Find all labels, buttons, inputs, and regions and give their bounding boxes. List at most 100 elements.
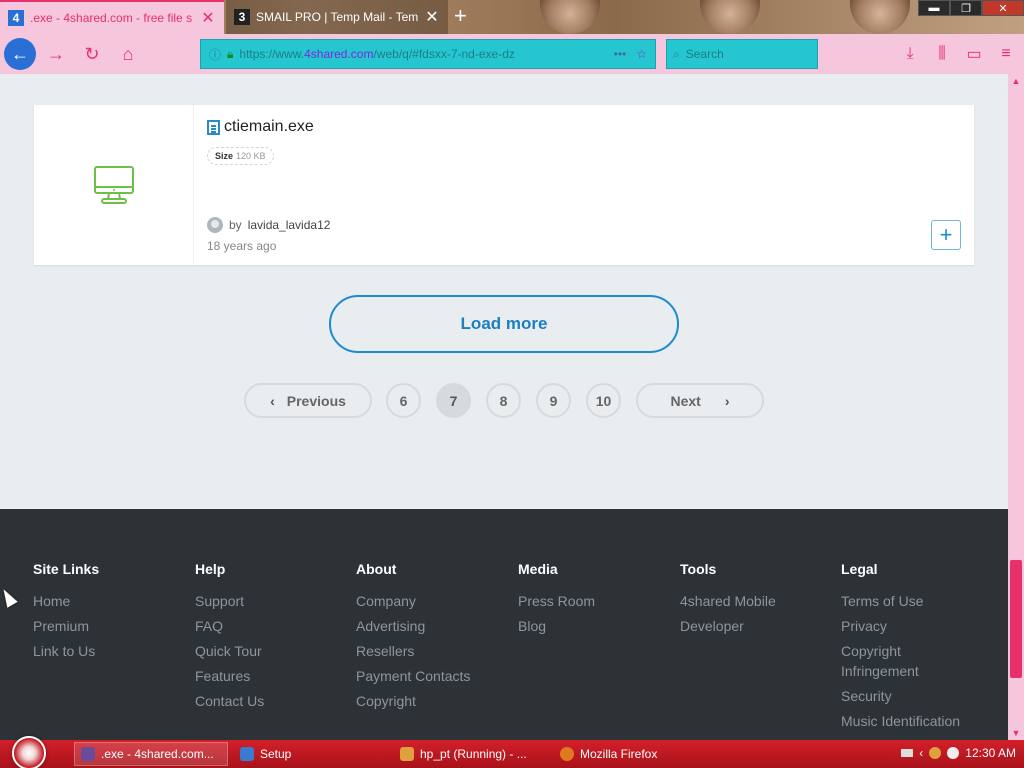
library-icon[interactable]: ⫼ xyxy=(930,40,954,68)
minimize-icon[interactable]: ▬ xyxy=(918,0,950,16)
footer-link-company[interactable]: Company xyxy=(356,591,470,611)
next-page-button[interactable]: Next › xyxy=(636,383,764,418)
page-8-button[interactable]: 8 xyxy=(486,383,521,418)
search-input[interactable]: ⌕ Search xyxy=(666,39,818,69)
footer-col-site-links: Site Links Home Premium Link to Us xyxy=(33,561,99,666)
footer-link-blog[interactable]: Blog xyxy=(518,616,595,636)
smail-favicon-icon: 3 xyxy=(234,9,250,25)
footer-link-advertising[interactable]: Advertising xyxy=(356,616,470,636)
footer-link-faq[interactable]: FAQ xyxy=(195,616,264,636)
windows-taskbar: .exe - 4shared.com... Setup hp_pt (Runni… xyxy=(0,736,1024,768)
theme-background-face xyxy=(700,0,760,34)
tab-4shared[interactable]: 4 .exe - 4shared.com - free file s ✕ xyxy=(0,0,224,34)
4shared-favicon-icon: 4 xyxy=(8,10,24,26)
footer-col-legal: Legal Terms of Use Privacy Copyright Inf… xyxy=(841,561,971,736)
info-icon[interactable]: ⓘ xyxy=(209,46,221,63)
maximize-icon[interactable]: ❐ xyxy=(950,0,982,16)
upload-age: 18 years ago xyxy=(207,239,277,253)
page-7-button[interactable]: 7 xyxy=(436,383,471,418)
chevron-left-icon: ‹ xyxy=(270,392,275,409)
avatar[interactable] xyxy=(207,217,223,233)
size-value: 120 KB xyxy=(236,151,266,161)
tab-smail-pro[interactable]: 3 SMAIL PRO | Temp Mail - Tem ✕ xyxy=(226,0,448,34)
forward-button[interactable]: → xyxy=(40,38,72,70)
close-tab-icon[interactable]: ✕ xyxy=(424,7,440,27)
back-button[interactable]: ← xyxy=(4,38,36,70)
site-footer: Site Links Home Premium Link to Us Help … xyxy=(0,509,1008,740)
footer-link-resellers[interactable]: Resellers xyxy=(356,641,470,661)
file-card[interactable]: ctiemain.exe Size 120 KB by lavida_lavida… xyxy=(34,105,974,265)
footer-link-link-to-us[interactable]: Link to Us xyxy=(33,641,99,661)
uploader-link[interactable]: lavida_lavida12 xyxy=(248,218,331,232)
footer-link-terms-of-use[interactable]: Terms of Use xyxy=(841,591,971,611)
show-hidden-icons-icon[interactable]: ‹ xyxy=(919,746,923,760)
taskbar-item-hp-pt[interactable]: hp_pt (Running) - ... xyxy=(394,742,544,766)
browser-toolbar: ← → ↻ ⌂ ⓘ 🔒︎ https://www.4shared.com/web… xyxy=(0,34,1024,74)
menu-icon[interactable]: ≡ xyxy=(994,40,1018,68)
volume-icon[interactable] xyxy=(947,747,960,759)
tray-app-icon[interactable] xyxy=(929,747,942,759)
footer-link-copyright-infringement[interactable]: Copyright Infringement xyxy=(841,641,971,681)
file-name-link[interactable]: ctiemain.exe xyxy=(224,118,314,136)
clock[interactable]: 12:30 AM xyxy=(965,746,1016,760)
footer-heading: Legal xyxy=(841,561,878,577)
scroll-down-arrow-icon[interactable]: ▼ xyxy=(1008,726,1024,740)
url-text[interactable]: https://www.4shared.com/web/q/#fdsxx-7-n… xyxy=(239,47,607,61)
lock-icon[interactable]: 🔒︎ xyxy=(227,47,233,62)
virtualbox-icon xyxy=(400,747,414,761)
start-button[interactable] xyxy=(12,736,46,768)
reload-button[interactable]: ↻ xyxy=(76,38,108,70)
toolbar-right-icons: ⤓ ⫼ ▭ ≡ xyxy=(898,40,1018,68)
footer-link-press-room[interactable]: Press Room xyxy=(518,591,595,611)
footer-link-support[interactable]: Support xyxy=(195,591,264,611)
window-controls: ▬ ❐ ✕ xyxy=(918,0,1024,16)
taskbar-item-firefox[interactable]: Mozilla Firefox xyxy=(554,742,704,766)
keyboard-icon[interactable] xyxy=(901,749,914,757)
scroll-up-arrow-icon[interactable]: ▲ xyxy=(1008,74,1024,88)
home-button[interactable]: ⌂ xyxy=(112,38,144,70)
close-tab-icon[interactable]: ✕ xyxy=(200,8,216,28)
page-10-button[interactable]: 10 xyxy=(586,383,621,418)
search-icon: ⌕ xyxy=(673,46,680,61)
footer-link-contact-us[interactable]: Contact Us xyxy=(195,691,264,711)
vertical-scrollbar[interactable]: ▲ ▼ xyxy=(1008,74,1024,740)
file-title-row: ctiemain.exe xyxy=(207,118,314,136)
page-9-button[interactable]: 9 xyxy=(536,383,571,418)
footer-col-help: Help Support FAQ Quick Tour Features Con… xyxy=(195,561,264,716)
footer-link-developer[interactable]: Developer xyxy=(680,616,776,636)
footer-link-security[interactable]: Security xyxy=(841,686,971,706)
footer-link-features[interactable]: Features xyxy=(195,666,264,686)
setup-icon xyxy=(240,747,254,761)
page-6-button[interactable]: 6 xyxy=(386,383,421,418)
taskbar-item-setup[interactable]: Setup xyxy=(234,742,384,766)
footer-link-4shared-mobile[interactable]: 4shared Mobile xyxy=(680,591,776,611)
downloads-icon[interactable]: ⤓ xyxy=(898,40,922,68)
footer-link-music-identification[interactable]: Music Identification xyxy=(841,711,971,731)
footer-link-privacy[interactable]: Privacy xyxy=(841,616,971,636)
new-tab-button[interactable]: + xyxy=(454,4,467,28)
url-host: 4shared.com xyxy=(304,47,374,61)
url-path: /web/q/#fdsxx-7-nd-exe-dz xyxy=(373,47,515,61)
firefox-icon xyxy=(560,747,574,761)
previous-page-button[interactable]: ‹ Previous xyxy=(244,383,372,418)
footer-link-copyright[interactable]: Copyright xyxy=(356,691,470,711)
taskbar-item-label: .exe - 4shared.com... xyxy=(101,747,214,761)
sidebar-icon[interactable]: ▭ xyxy=(962,40,986,68)
footer-link-home[interactable]: Home xyxy=(33,591,99,611)
load-more-button[interactable]: Load more xyxy=(329,295,679,353)
close-window-icon[interactable]: ✕ xyxy=(982,0,1024,16)
bookmark-star-icon[interactable]: ☆ xyxy=(636,47,647,61)
firefox-page-icon xyxy=(81,747,95,761)
desktop-computer-icon xyxy=(93,166,134,204)
footer-link-payment-contacts[interactable]: Payment Contacts xyxy=(356,666,470,686)
taskbar-item-4shared[interactable]: .exe - 4shared.com... xyxy=(74,742,228,766)
url-bar[interactable]: ⓘ 🔒︎ https://www.4shared.com/web/q/#fdsx… xyxy=(200,39,656,69)
scrollbar-thumb[interactable] xyxy=(1010,560,1022,678)
taskbar-item-label: Mozilla Firefox xyxy=(580,747,658,761)
add-to-account-button[interactable]: + xyxy=(931,220,961,250)
footer-link-premium[interactable]: Premium xyxy=(33,616,99,636)
file-thumbnail[interactable] xyxy=(34,105,194,265)
page-actions-icon[interactable]: ••• xyxy=(614,47,627,61)
search-placeholder: Search xyxy=(685,47,724,61)
footer-link-quick-tour[interactable]: Quick Tour xyxy=(195,641,264,661)
